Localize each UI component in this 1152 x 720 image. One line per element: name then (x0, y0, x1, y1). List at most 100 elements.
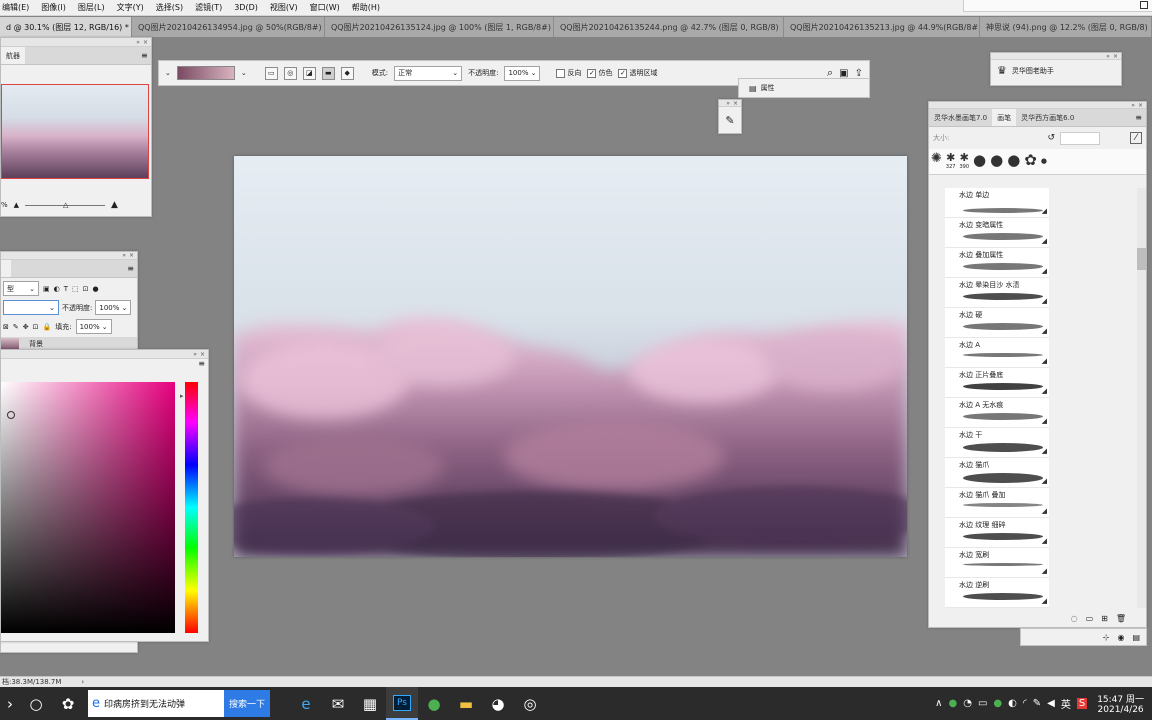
ime-indicator[interactable]: 英 (1061, 696, 1071, 711)
reflected-gradient-button[interactable]: ▬ (321, 66, 335, 80)
layer-kind-select[interactable]: 型 ⌄ (3, 281, 39, 296)
edit-brush-icon[interactable]: ⁄ (1130, 132, 1142, 144)
tray-green-icon[interactable]: ● (993, 698, 1002, 709)
filter-adjust-icon[interactable]: ◐ (54, 285, 60, 293)
sogou-icon[interactable]: S (1076, 698, 1088, 709)
tab-western-brushes[interactable]: 灵华西方画笔6.0 (1016, 109, 1079, 126)
menu-edit[interactable]: 编辑(E) (2, 2, 29, 13)
doc-tab-5[interactable]: QQ图片20210426135213.jpg @ 44.9%(RGB/8#)× (784, 17, 980, 37)
menu-view[interactable]: 视图(V) (270, 2, 298, 13)
list-item[interactable]: 水边 纹理 细碎 ◢ (945, 518, 1049, 548)
brush-preset-icon[interactable]: ● (990, 151, 1003, 169)
hue-slider-handle[interactable]: ▸ (180, 392, 184, 400)
search-box[interactable]: e 印病房挤到无法动弹 (88, 690, 224, 717)
brush-preset-icon[interactable]: ● (1007, 151, 1020, 169)
pen-icon[interactable]: ✎ (1033, 698, 1041, 709)
app-green-icon[interactable]: ● (418, 687, 450, 720)
reset-icon[interactable]: ↺ (1047, 133, 1055, 143)
filter-toggle-icon[interactable]: ● (93, 285, 99, 293)
zoom-slider[interactable]: △ (25, 201, 106, 209)
close-icon[interactable]: × (143, 39, 148, 46)
zoom-value[interactable]: % (1, 201, 8, 209)
wifi-icon[interactable]: ◜ (1023, 698, 1027, 709)
menu-layer[interactable]: 图层(L) (78, 2, 105, 13)
tab-navigator[interactable]: 航器 (1, 47, 25, 64)
lock-paint-icon[interactable]: ✎ (13, 323, 19, 331)
start-icon[interactable]: › (0, 687, 20, 720)
menu-type[interactable]: 文字(Y) (117, 2, 144, 13)
list-item[interactable]: 水边 猫爪 ◢ (945, 458, 1049, 488)
cortana-icon[interactable]: ○ (20, 687, 52, 720)
brush-preset-icon[interactable]: ● (1041, 157, 1047, 165)
dither-checkbox[interactable]: ✓ 仿色 (587, 68, 612, 78)
store-icon[interactable]: ▦ (354, 687, 386, 720)
doc-tab-2[interactable]: QQ图片20210426134954.jpg @ 50%(RGB/8#)× (132, 17, 325, 37)
filter-shape-icon[interactable]: ⬚ (72, 285, 79, 293)
menu-image[interactable]: 图像(I) (41, 2, 66, 13)
diamond-gradient-button[interactable]: ◆ (340, 66, 354, 80)
brush-preset-icon[interactable]: ✱ (960, 151, 969, 164)
color-cursor[interactable] (7, 411, 15, 419)
mode-select[interactable]: 正常 ⌄ (394, 65, 463, 81)
panel-menu-icon[interactable]: ≡ (1, 359, 208, 369)
status-arrow-icon[interactable]: › (81, 678, 84, 686)
new-brush-icon[interactable]: ⊞ (1101, 614, 1108, 623)
clock[interactable]: 15:47 周一 2021/4/26 (1097, 692, 1144, 715)
menu-filter[interactable]: 滤镜(T) (195, 2, 222, 13)
dropdown-icon[interactable]: ⌄ (165, 69, 171, 77)
transparency-checkbox[interactable]: ✓ 透明区域 (618, 68, 657, 78)
list-item[interactable]: 水边 正片叠底 ◢ (945, 368, 1049, 398)
lock-transparent-icon[interactable]: ⊠ (3, 323, 9, 331)
gradient-swatch[interactable] (176, 66, 235, 80)
angle-gradient-button[interactable]: ◪ (302, 66, 316, 80)
doc-tab-4[interactable]: QQ图片20210426135244.png @ 42.7% (图层 0, RG… (554, 17, 784, 37)
brush-preset-icon[interactable]: ● (973, 151, 986, 169)
zoom-in-icon[interactable]: ▲ (111, 200, 118, 210)
size-input[interactable] (1060, 131, 1100, 145)
list-item[interactable]: 水边 A ◢ (945, 338, 1049, 368)
list-item[interactable]: 水边 变暗属性 ◢ (945, 218, 1049, 248)
reverse-checkbox[interactable]: 反向 (556, 68, 581, 78)
edge-icon[interactable]: e (290, 687, 322, 720)
share-icon[interactable]: ⇪ (855, 68, 863, 79)
list-item[interactable]: 水边 叠加属性 ◢ (945, 248, 1049, 278)
delete-icon[interactable]: ▤ (1132, 633, 1140, 642)
document-canvas[interactable] (234, 156, 907, 557)
collapse-icon[interactable]: » (136, 39, 140, 46)
tray-app-icon[interactable]: ◐ (1008, 698, 1017, 709)
lock-all-icon[interactable]: 🔒 (43, 323, 52, 331)
tool-icon[interactable]: ⊹ (1103, 633, 1110, 642)
delete-icon[interactable]: 🗑 (1116, 614, 1126, 623)
gradient-dropdown-icon[interactable]: ⌄ (241, 69, 247, 77)
filter-type-icon[interactable]: T (64, 285, 68, 293)
color-field[interactable] (1, 382, 175, 633)
menu-select[interactable]: 选择(S) (156, 2, 183, 13)
search-button[interactable]: 搜索一下 (224, 690, 270, 717)
zoom-out-icon[interactable]: ▲ (14, 201, 19, 209)
brush-list-scrollbar[interactable] (1137, 188, 1146, 608)
menu-help[interactable]: 帮助(H) (352, 2, 380, 13)
taskview-icon[interactable]: ✿ (52, 687, 84, 720)
blend-mode-select[interactable]: ⌄ (3, 300, 59, 315)
camera-icon[interactable]: ◉ (1117, 633, 1124, 642)
brush-settings-icon[interactable]: ✎ (719, 107, 741, 133)
wechat-icon[interactable]: ● (948, 698, 957, 709)
tab-ink-brushes[interactable]: 灵华水墨画笔7.0 (929, 109, 992, 126)
obs-icon[interactable]: ◎ (514, 687, 546, 720)
folder-icon[interactable]: ▬ (450, 687, 482, 720)
doc-tab-1[interactable]: d @ 30.1% (图层 12, RGB/16) *× (0, 17, 132, 37)
maximize-icon[interactable] (1140, 1, 1148, 9)
tab-brushes[interactable]: 画笔 (992, 109, 1017, 126)
list-item[interactable]: 水边 晕染目沙 水渍 ◢ (945, 278, 1049, 308)
filter-smart-icon[interactable]: ⊡ (83, 285, 89, 293)
mail-icon[interactable]: ✉ (322, 687, 354, 720)
workspace-icon[interactable]: ▣ (839, 68, 848, 79)
doc-tab-6[interactable]: 神思说 (94).png @ 12.2% (图层 0, RGB/8)× (980, 17, 1152, 37)
panel-menu-icon[interactable]: ≡ (141, 47, 151, 64)
linear-gradient-button[interactable]: ▭ (264, 66, 278, 80)
navigator-preview[interactable] (1, 84, 149, 179)
brush-preset-icon[interactable]: ✱ (946, 151, 955, 164)
menu-window[interactable]: 窗口(W) (310, 2, 340, 13)
brush-preset-icon[interactable]: ✿ (1024, 151, 1037, 169)
list-item[interactable]: 水边 干 ◢ (945, 428, 1049, 458)
